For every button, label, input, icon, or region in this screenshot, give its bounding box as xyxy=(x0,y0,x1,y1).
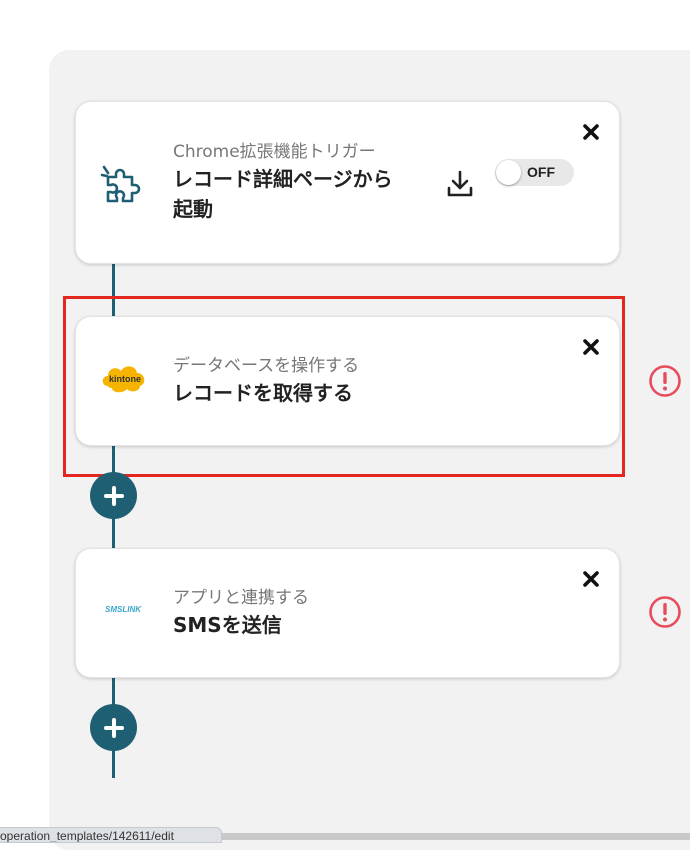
warning-icon[interactable] xyxy=(648,364,682,398)
link-status-bar: operation_templates/142611/edit xyxy=(0,827,222,843)
add-step-button[interactable] xyxy=(90,472,137,519)
trigger-step-card[interactable]: Chrome拡張機能トリガー レコード詳細ページから起動 OFF xyxy=(75,101,620,264)
step-title: SMSを送信 xyxy=(173,613,282,637)
warning-icon[interactable] xyxy=(648,595,682,629)
download-icon[interactable] xyxy=(446,168,474,200)
step-subtitle: アプリと連携する xyxy=(173,588,309,608)
close-icon[interactable] xyxy=(581,122,601,142)
close-icon[interactable] xyxy=(581,569,601,589)
toggle-knob xyxy=(496,160,521,185)
smslink-logo: SMSLINK xyxy=(100,601,146,617)
puzzle-icon xyxy=(100,157,148,205)
horizontal-scrollbar[interactable] xyxy=(222,833,690,840)
smslink-logo-text: SMSLINK xyxy=(105,605,142,614)
trigger-toggle[interactable]: OFF xyxy=(495,159,574,186)
sms-step-card[interactable]: SMSLINK アプリと連携する SMSを送信 xyxy=(75,548,620,678)
step-title: レコード詳細ページから起動 xyxy=(173,167,393,221)
toggle-label: OFF xyxy=(527,164,555,180)
step-subtitle: Chrome拡張機能トリガー xyxy=(173,142,376,162)
selected-step-highlight xyxy=(63,296,625,477)
add-step-button[interactable] xyxy=(90,704,137,751)
